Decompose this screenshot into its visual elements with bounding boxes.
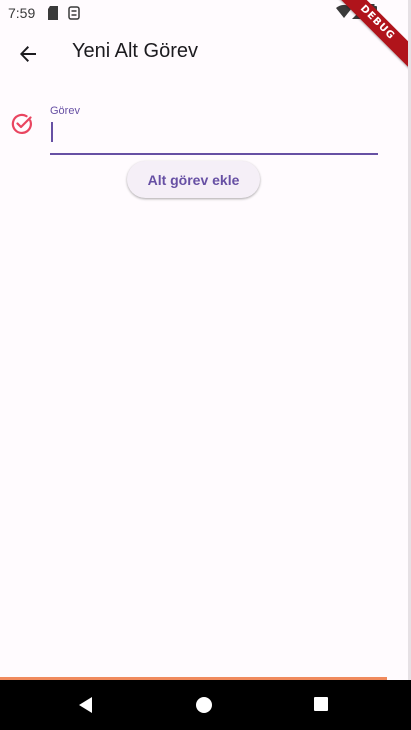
page-title: Yeni Alt Görev [72,40,199,62]
task-field-label: Görev [50,105,80,117]
add-subtask-button[interactable]: Alt görev ekle [127,161,260,198]
nav-recents-icon[interactable] [314,697,328,711]
task-field[interactable]: Görev [50,100,378,156]
task-field-underline [50,153,378,155]
app-bar: Yeni Alt Görev [0,28,411,80]
check-circle-icon [11,113,32,134]
arrow-back-icon [20,46,36,62]
screen: 7:59 DEBUG Yeni Alt Görev Görev Alt göre… [0,0,411,730]
back-button[interactable] [10,36,46,72]
nav-home-icon[interactable] [196,697,212,713]
storage-icon [68,6,80,20]
task-input[interactable] [50,120,378,150]
navigation-bar [0,680,411,730]
nav-back-icon[interactable] [77,696,95,714]
status-time: 7:59 [8,5,36,21]
sd-card-icon [48,6,58,20]
text-cursor [51,122,53,142]
